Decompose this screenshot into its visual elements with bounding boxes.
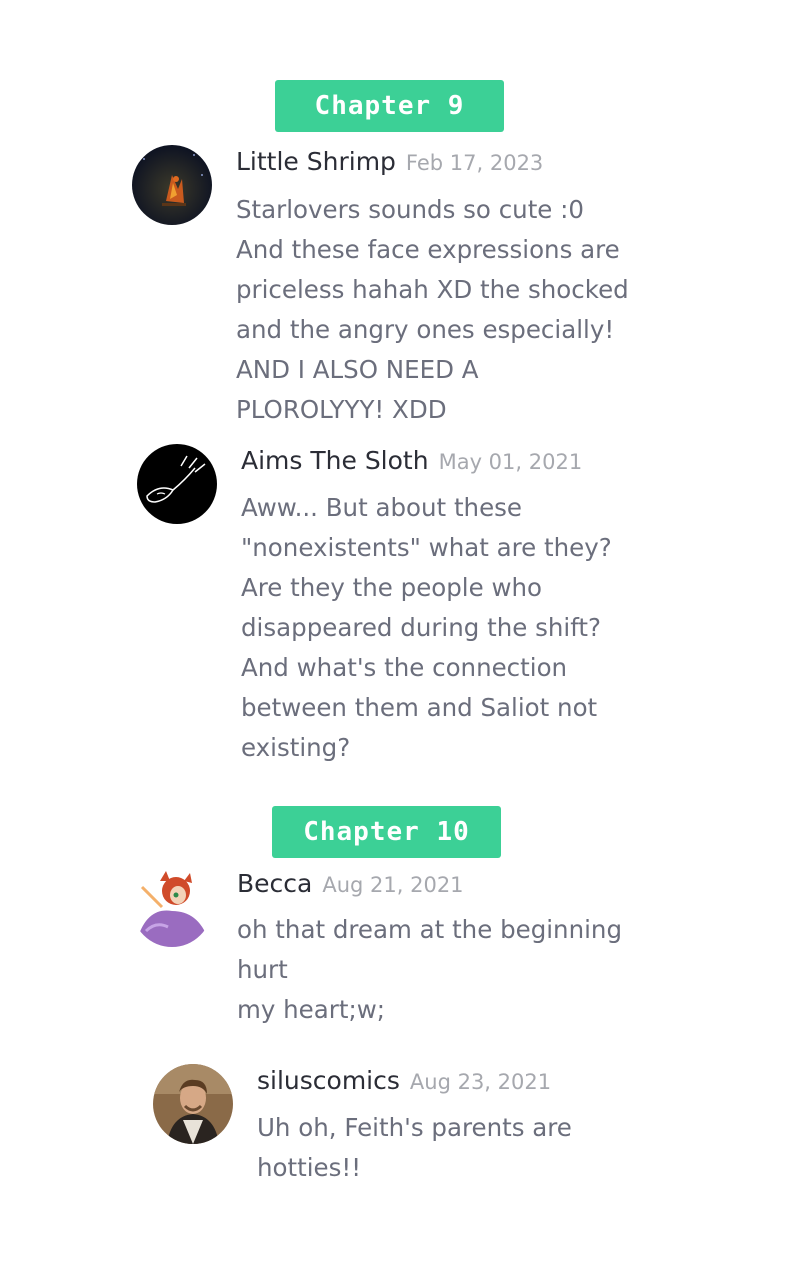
comment-line: and the angry ones especially! (236, 315, 615, 344)
comment-date: May 01, 2021 (438, 450, 583, 474)
author-name[interactable]: Becca (237, 869, 312, 898)
comment-text: Starlovers sounds so cute :0 And these f… (236, 190, 629, 430)
comment-line: And these face expressions are (236, 235, 620, 264)
comment-line: priceless hahah XD the shocked (236, 275, 629, 304)
avatar[interactable] (132, 867, 212, 947)
comment-line: between them and Saliot not (241, 693, 598, 722)
avatar[interactable] (137, 444, 217, 524)
comment-date: Aug 23, 2021 (409, 1070, 552, 1094)
comment-line: And what's the connection (241, 653, 568, 682)
comment-line: Uh oh, Feith's parents are (257, 1113, 572, 1142)
sloth-sketch-avatar-icon (137, 444, 217, 524)
comment-line: my heart;w; (237, 995, 385, 1024)
comment-line: AND I ALSO NEED A (236, 355, 479, 384)
comment-line: existing? (241, 733, 351, 762)
cartoon-character-avatar-icon (132, 867, 212, 947)
comment-line: oh that dream at the beginning (237, 915, 623, 944)
author-name[interactable]: Aims The Sloth (241, 446, 429, 475)
comment-line: hurt (237, 955, 288, 984)
comment-date: Aug 21, 2021 (322, 873, 464, 897)
author-name[interactable]: Little Shrimp (236, 147, 396, 176)
comment-line: disappeared during the shift? (241, 613, 601, 642)
comment-line: "nonexistents" what are they? (241, 533, 612, 562)
comment-line: Aww... But about these (241, 493, 522, 522)
avatar[interactable] (132, 145, 212, 225)
comment-line: Starlovers sounds so cute :0 (236, 195, 585, 224)
chapter-label: Chapter 10 (272, 806, 501, 858)
comment-text: oh that dream at the beginning hurt my h… (237, 910, 622, 1030)
comment-line: Are they the people who (241, 573, 543, 602)
fox-campfire-avatar-icon (132, 145, 212, 225)
avatar[interactable] (153, 1064, 233, 1144)
comment-date: Feb 17, 2023 (405, 151, 544, 175)
chapter-label: Chapter 9 (275, 80, 504, 132)
comment-line: hotties!! (257, 1153, 362, 1182)
comment-text: Aww... But about these "nonexistents" wh… (241, 488, 612, 768)
author-name[interactable]: siluscomics (257, 1066, 400, 1095)
comment-line: PLOROLYYY! XDD (236, 395, 447, 424)
comment-text: Uh oh, Feith's parents are hotties!! (257, 1108, 572, 1188)
person-photo-avatar-icon (153, 1064, 233, 1144)
